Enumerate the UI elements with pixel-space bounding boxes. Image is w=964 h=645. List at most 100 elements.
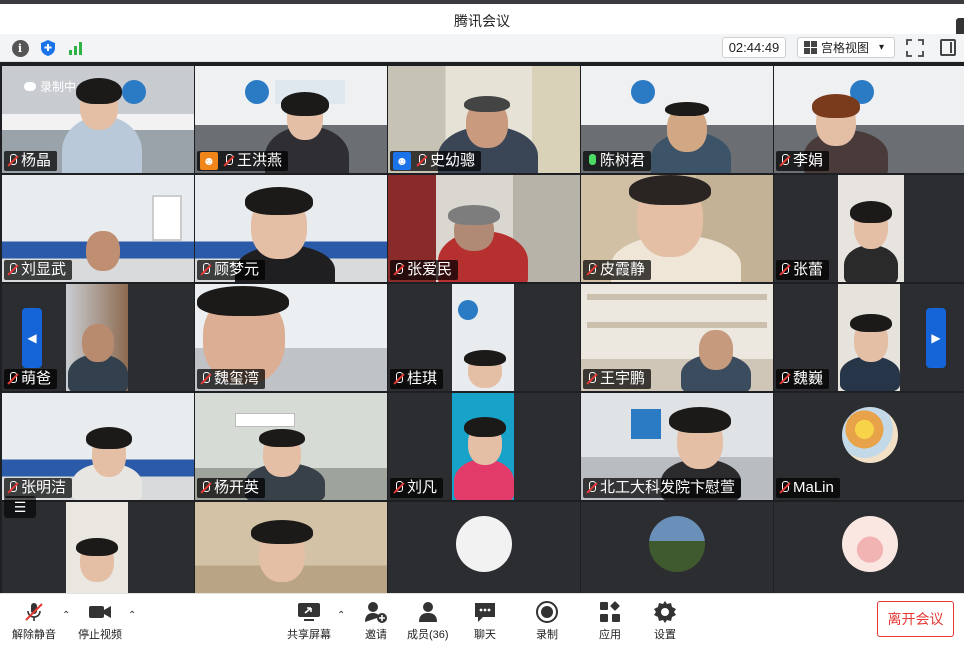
participant-name: 张蕾	[793, 261, 824, 278]
video-tile[interactable]: 刘凡	[388, 393, 580, 500]
participant-name: 皮霞静	[600, 261, 646, 278]
info-icon[interactable]: i	[10, 38, 30, 58]
next-page-button[interactable]: ▶	[926, 308, 946, 368]
participant-name: 魏巍	[793, 370, 824, 387]
video-tile[interactable]: 张爱民	[388, 175, 580, 282]
mic-muted-icon	[779, 154, 790, 168]
video-tile[interactable]: 录制中 杨晶	[2, 66, 194, 173]
invite-button[interactable]: 邀请	[363, 600, 389, 642]
mic-muted-icon	[586, 372, 597, 386]
participant-nameplate: 刘凡	[390, 478, 444, 498]
video-tile[interactable]: 北工大科发院卞慰萱	[581, 393, 773, 500]
mic-muted-icon	[200, 481, 211, 495]
chat-button[interactable]: 聊天	[472, 600, 498, 642]
signal-icon[interactable]	[66, 38, 86, 58]
avatar	[842, 516, 898, 572]
recording-indicator: 录制中	[24, 78, 76, 95]
mic-muted-icon	[393, 481, 404, 495]
fullscreen-icon[interactable]	[906, 39, 924, 57]
stop-video-button[interactable]: 停止视频	[78, 600, 122, 642]
settings-icon	[652, 600, 678, 624]
participant-name: 王洪燕	[237, 152, 283, 169]
participant-name: 张明洁	[21, 479, 67, 496]
video-tile[interactable]: 桂琪	[388, 284, 580, 391]
participant-name: 杨晶	[21, 152, 52, 169]
settings-label: 设置	[654, 629, 676, 641]
view-mode-select[interactable]: 宫格视图 ▾	[797, 37, 895, 58]
grid-view-icon	[804, 41, 817, 54]
avatar	[842, 407, 898, 463]
mic-on-icon	[586, 154, 597, 168]
apps-button[interactable]: 应用	[597, 600, 623, 642]
video-tile[interactable]: 李娟	[774, 66, 964, 173]
avatar	[649, 516, 705, 572]
chevron-left-icon: ◀	[27, 331, 37, 345]
video-tile[interactable]	[581, 502, 773, 593]
side-panel-icon[interactable]	[940, 39, 956, 56]
video-tile[interactable]: ☻ 史幼骢	[388, 66, 580, 173]
settings-button[interactable]: 设置	[652, 600, 678, 642]
participant-name: 陈树君	[600, 152, 646, 169]
recording-label: 录制中	[40, 80, 77, 94]
video-tile[interactable]: 陈树君	[581, 66, 773, 173]
record-button[interactable]: 录制	[534, 600, 560, 642]
video-tile[interactable]: 顾梦元	[195, 175, 387, 282]
participant-name: 张爱民	[407, 261, 453, 278]
participant-name: 王宇鹏	[600, 370, 646, 387]
participant-name: 萌爸	[21, 370, 52, 387]
video-tile[interactable]: 张明洁	[2, 393, 194, 500]
video-tile[interactable]: 刘显武	[2, 175, 194, 282]
video-tile[interactable]: 魏玺湾	[195, 284, 387, 391]
mic-muted-icon	[393, 263, 404, 277]
mic-muted-icon	[779, 481, 790, 495]
participant-name: 顾梦元	[214, 261, 260, 278]
video-tile[interactable]: 王宇鹏	[581, 284, 773, 391]
participant-nameplate: 陈树君	[583, 151, 652, 171]
participant-list-toggle[interactable]: ☰	[4, 496, 36, 518]
mic-muted-icon	[21, 600, 47, 624]
mic-options-chevron-icon[interactable]: ⌃	[62, 610, 70, 621]
apps-icon	[597, 600, 623, 624]
mic-muted-icon	[779, 263, 790, 277]
stop-video-label: 停止视频	[78, 629, 122, 641]
members-button[interactable]: 成员(36)	[407, 600, 449, 642]
video-tile[interactable]: ☻ 王洪燕	[195, 66, 387, 173]
leave-meeting-button[interactable]: 离开会议	[877, 601, 954, 637]
share-options-chevron-icon[interactable]: ⌃	[337, 610, 345, 621]
previous-page-button[interactable]: ◀	[22, 308, 42, 368]
record-icon	[534, 600, 560, 624]
chat-label: 聊天	[474, 629, 496, 641]
window-title: 腾讯会议	[454, 13, 510, 29]
cohost-badge-icon: ☻	[393, 152, 411, 170]
video-tile[interactable]: 张蕾	[774, 175, 964, 282]
video-tile[interactable]	[774, 502, 964, 593]
video-tile[interactable]: 皮霞静	[581, 175, 773, 282]
video-tile[interactable]	[195, 502, 387, 593]
video-tile[interactable]: MaLin	[774, 393, 964, 500]
participant-nameplate: 杨开英	[197, 478, 266, 498]
unmute-button[interactable]: 解除静音	[12, 600, 56, 642]
video-options-chevron-icon[interactable]: ⌃	[128, 610, 136, 621]
unmute-label: 解除静音	[12, 629, 56, 641]
share-screen-label: 共享屏幕	[287, 629, 331, 641]
chevron-right-icon: ▶	[931, 331, 941, 345]
mic-muted-icon	[779, 372, 790, 386]
participant-nameplate: 张明洁	[4, 478, 73, 498]
participant-nameplate: 张蕾	[776, 260, 830, 280]
title-bar: 腾讯会议	[0, 0, 964, 58]
host-badge-icon: ☻	[200, 152, 218, 170]
mic-muted-icon	[200, 372, 211, 386]
participant-nameplate: 北工大科发院卞慰萱	[583, 478, 742, 498]
invite-icon	[363, 600, 389, 624]
share-screen-button[interactable]: 共享屏幕	[287, 600, 331, 642]
mic-muted-icon	[223, 154, 234, 168]
participant-nameplate: 刘显武	[4, 260, 73, 280]
chat-icon	[472, 600, 498, 624]
participant-name: 魏玺湾	[214, 370, 260, 387]
participant-name: MaLin	[793, 479, 834, 496]
shield-icon[interactable]	[38, 38, 58, 58]
participant-nameplate: MaLin	[776, 478, 840, 498]
video-tile[interactable]	[388, 502, 580, 593]
invite-label: 邀请	[365, 629, 387, 641]
video-tile[interactable]: 杨开英	[195, 393, 387, 500]
